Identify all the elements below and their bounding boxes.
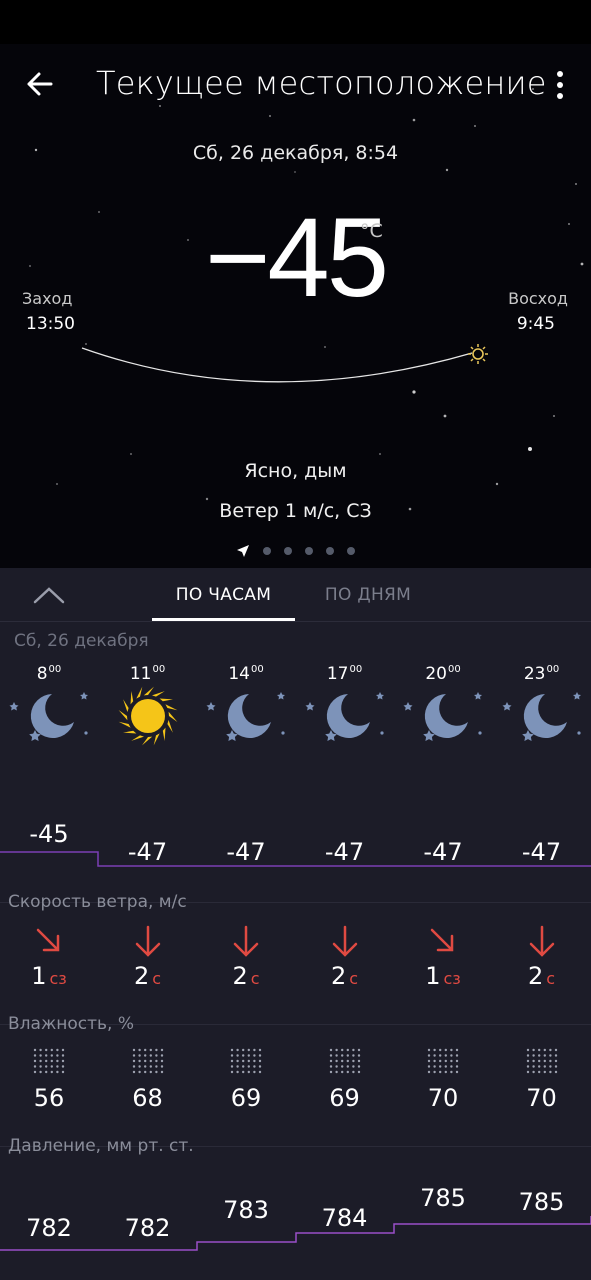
humidity-value: 56 (33, 1084, 65, 1112)
humidity-value: 68 (132, 1084, 163, 1112)
wind-direction: с (546, 969, 556, 988)
current-weather-hero: Текущее местоположение Сб, 26 декабря, 8… (0, 44, 591, 568)
humidity-value: 70 (526, 1084, 557, 1112)
wind-direction: с (152, 969, 162, 988)
arrow-down-icon (99, 924, 197, 960)
pressure-section-title: Давление, мм рт. ст. (8, 1136, 194, 1156)
hourly-temperature: -47 (226, 838, 266, 866)
hourly-temperature: -45 (29, 820, 69, 848)
humidity-value: 69 (230, 1084, 262, 1112)
current-datetime: Сб, 26 декабря, 8:54 (192, 142, 399, 164)
more-vertical-icon (557, 71, 563, 77)
wind-value: 1 сз (394, 962, 492, 990)
navigation-arrow-icon (237, 545, 249, 557)
chevron-up-icon (33, 587, 65, 604)
page-dot[interactable] (347, 547, 355, 555)
wind-speed: 1 (31, 962, 47, 990)
humidity-section-title: Влажность, % (8, 1014, 135, 1034)
wind-direction: сз (49, 969, 67, 988)
humidity-icon (394, 1046, 492, 1076)
pressure-value: 785 (420, 1184, 466, 1212)
hour-label: 800 (36, 664, 62, 684)
hour-label: 2300 (523, 664, 560, 684)
active-tab-indicator (152, 618, 295, 621)
wind-speed: 2 (527, 962, 544, 990)
hourly-temperature: -47 (324, 838, 365, 866)
wind-value: 2с (197, 962, 295, 990)
wind-value: 2с (493, 962, 591, 990)
sunrise-label: Восход (508, 289, 568, 308)
page-dot[interactable] (263, 547, 271, 555)
moon-icon (0, 686, 98, 752)
top-app-bar: Текущее местоположение (0, 44, 591, 128)
weather-condition: Ясно, дым (244, 460, 347, 482)
page-dot[interactable] (284, 547, 292, 555)
hourly-temperature: -47 (127, 838, 168, 866)
pressure-value: 784 (321, 1204, 368, 1232)
wind-speed: 1 (425, 962, 441, 990)
arrow-down-icon (493, 924, 591, 960)
wind-direction: сз (443, 969, 461, 988)
pressure-value: 782 (26, 1214, 72, 1242)
humidity-value: 69 (329, 1084, 360, 1112)
temperature-unit: °C (360, 220, 383, 242)
wind-section-title: Скорость ветра, м/с (8, 892, 187, 912)
forecast-tabs: ПО ЧАСАМ ПО ДНЯМ (0, 568, 591, 622)
moon-icon (197, 686, 295, 752)
page-title: Текущее местоположение (96, 64, 547, 102)
humidity-icon (197, 1046, 295, 1076)
current-wind: Ветер 1 м/с, СЗ (219, 500, 372, 522)
humidity-icon (0, 1046, 98, 1076)
moon-icon (493, 686, 591, 752)
wind-value: 2с (99, 962, 197, 990)
back-button[interactable] (22, 66, 58, 102)
page-dot[interactable] (305, 547, 313, 555)
overflow-menu-button[interactable] (547, 68, 573, 102)
status-bar (0, 0, 591, 44)
wind-speed: 2 (133, 962, 150, 990)
page-dot[interactable] (326, 547, 334, 555)
hour-label: 1100 (129, 664, 166, 684)
pressure-value: 782 (124, 1214, 171, 1242)
sun-icon (99, 686, 197, 752)
hour-label: 1400 (228, 664, 264, 684)
arrow-down-right-icon (0, 924, 98, 960)
wind-direction: с (349, 969, 359, 988)
moon-icon (296, 686, 394, 752)
hour-label: 2000 (425, 664, 461, 684)
collapse-button[interactable] (30, 580, 68, 610)
tab-daily[interactable]: ПО ДНЯМ (306, 585, 430, 605)
hourly-temperature: -47 (521, 838, 562, 866)
sunset-label: Заход (22, 289, 73, 308)
humidity-value: 70 (427, 1084, 459, 1112)
sun-position-icon (468, 344, 488, 364)
arrow-left-icon (27, 72, 53, 96)
arrow-down-icon (197, 924, 295, 960)
wind-value: 2с (296, 962, 394, 990)
hour-label: 1700 (326, 664, 363, 684)
pressure-value: 785 (518, 1188, 565, 1216)
humidity-icon (99, 1046, 197, 1076)
location-pager[interactable] (236, 544, 355, 558)
day-label: Сб, 26 декабря (14, 631, 149, 651)
pressure-value: 783 (223, 1196, 269, 1224)
hourly-temperature: -47 (423, 838, 463, 866)
sun-path-arc (81, 344, 488, 383)
wind-value: 1 сз (0, 962, 98, 990)
humidity-icon (296, 1046, 394, 1076)
arrow-down-icon (296, 924, 394, 960)
moon-icon (394, 686, 492, 752)
humidity-icon (493, 1046, 591, 1076)
wind-direction: с (250, 969, 260, 988)
wind-speed: 2 (232, 962, 248, 990)
wind-speed: 2 (330, 962, 347, 990)
arrow-down-right-icon (394, 924, 492, 960)
current-temperature: −45 (205, 195, 389, 320)
tab-hourly[interactable]: ПО ЧАСАМ (152, 585, 295, 605)
forecast-panel: ПО ЧАСАМ ПО ДНЯМ Сб, 26 декабря 800 1100 1… (0, 568, 591, 1280)
